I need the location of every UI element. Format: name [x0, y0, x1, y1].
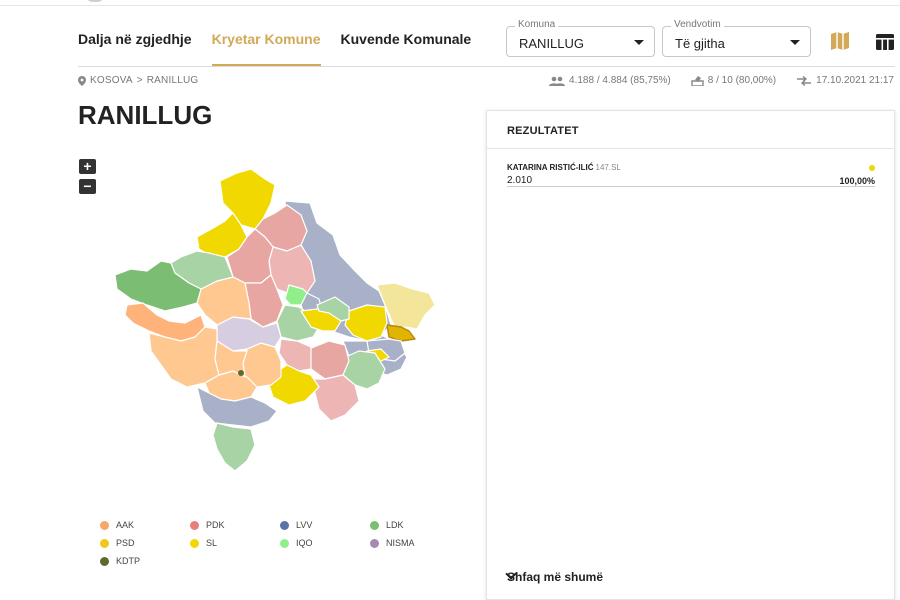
nav-divider	[78, 66, 895, 67]
candidate-votes: 2.010	[507, 175, 533, 186]
dropdown-arrow-icon	[634, 40, 644, 45]
legend-label: KDTP	[116, 556, 141, 566]
legend-label: SL	[206, 538, 218, 548]
legend-item-iqo: IQO	[280, 538, 370, 548]
candidate-row[interactable]: KATARINA RISTIĆ-ILIĆ 147.SL 2.010 100,00%	[507, 163, 875, 187]
map-region[interactable]	[308, 340, 350, 380]
komuna-select-value: RANILLUG	[519, 36, 585, 51]
candidate-name-line: KATARINA RISTIĆ-ILIĆ 147.SL	[507, 163, 621, 172]
zoom-out-button[interactable]: −	[79, 179, 96, 194]
legend-item-psd: PSD	[100, 538, 190, 548]
candidate-party: 147.SL	[595, 163, 621, 172]
legend-item-lvv: LVV	[280, 520, 370, 530]
komuna-select-label: Komuna	[515, 19, 559, 30]
legend-item-pdk: PDK	[190, 520, 280, 530]
ballot-box-icon	[691, 76, 704, 86]
nav-tabs: Dalja në zgjedhje Kryetar Komune Kuvende…	[78, 31, 471, 67]
results-title: REZULTATET	[507, 125, 579, 137]
map-region[interactable]	[278, 338, 312, 372]
map-region[interactable]	[312, 374, 360, 422]
polling-stations-stat: 8 / 10 (80,00%)	[707, 75, 777, 86]
tab-dalja[interactable]: Dalja në zgjedhje	[78, 31, 192, 67]
legend-label: NISMA	[386, 538, 415, 548]
map-region-kdtp[interactable]	[238, 370, 244, 376]
page-title: RANILLUG	[78, 100, 213, 130]
legend-label: PSD	[116, 538, 135, 548]
voters-icon	[549, 76, 566, 86]
map-legend: AAK PDK LVV LDK PSD SL IQO NISMA KDTP	[100, 520, 460, 566]
vendvotim-select[interactable]: Vendvotim Të gjitha	[662, 19, 811, 57]
legend-label: LDK	[386, 520, 404, 530]
legend-item-aak: AAK	[100, 520, 190, 530]
legend-dot	[190, 520, 199, 530]
legend-dot	[100, 520, 109, 530]
legend-dot	[280, 520, 289, 530]
turnout-stat: 4.188 / 4.884 (85,75%)	[569, 75, 671, 86]
breadcrumb-ranillug: RANILLUG	[146, 75, 199, 86]
map-region[interactable]	[212, 422, 256, 472]
breadcrumb: KOSOVA > RANILLUG	[78, 75, 198, 86]
zoom-in-button[interactable]: +	[79, 159, 96, 174]
legend-dot	[370, 520, 379, 530]
legend-dot	[100, 556, 109, 566]
tab-kuvende-komunale[interactable]: Kuvende Komunale	[341, 31, 472, 67]
sync-icon	[797, 75, 812, 86]
legend-dot	[370, 538, 379, 548]
legend-dot	[100, 538, 109, 548]
top-border	[0, 0, 900, 6]
legend-item-sl: SL	[190, 538, 280, 548]
results-panel: REZULTATET KATARINA RISTIĆ-ILIĆ 147.SL 2.…	[486, 110, 895, 600]
legend-label: LVV	[296, 520, 313, 530]
legend-label: IQO	[296, 538, 313, 548]
candidate-color-dot	[869, 165, 875, 171]
legend-item-ldk: LDK	[370, 520, 460, 530]
location-pin-icon	[78, 75, 86, 86]
breadcrumb-separator: >	[136, 75, 143, 86]
top-stub	[85, 0, 105, 2]
legend-dot	[280, 538, 289, 548]
komuna-select[interactable]: Komuna RANILLUG	[506, 19, 655, 57]
show-more-button[interactable]: Shfaq më shumë	[487, 563, 894, 593]
legend-dot	[190, 538, 199, 548]
vendvotim-select-label: Vendvotim	[671, 19, 724, 30]
legend-item-nisma: NISMA	[370, 538, 460, 548]
legend-label: PDK	[206, 520, 225, 530]
legend-item-kdtp: KDTP	[100, 556, 190, 566]
stats-bar: 4.188 / 4.884 (85,75%) 8 / 10 (80,00%) 1…	[549, 75, 894, 86]
breadcrumb-kosova[interactable]: KOSOVA	[90, 75, 133, 86]
legend-label: AAK	[116, 520, 135, 530]
show-more-label: Shfaq më shumë	[507, 570, 604, 584]
candidate-name: KATARINA RISTIĆ-ILIĆ	[507, 163, 594, 172]
tab-kryetar-komune[interactable]: Kryetar Komune	[211, 31, 321, 67]
last-updated: 17.10.2021 21:17	[816, 75, 894, 86]
dropdown-arrow-icon	[790, 40, 800, 45]
map-view-icon[interactable]	[829, 30, 851, 52]
vendvotim-select-value: Të gjitha	[675, 36, 725, 51]
table-view-icon[interactable]	[874, 31, 896, 53]
candidate-percent: 100,00%	[839, 176, 875, 186]
results-header: REZULTATET	[487, 111, 894, 149]
kosovo-municipality-map[interactable]	[105, 165, 440, 475]
